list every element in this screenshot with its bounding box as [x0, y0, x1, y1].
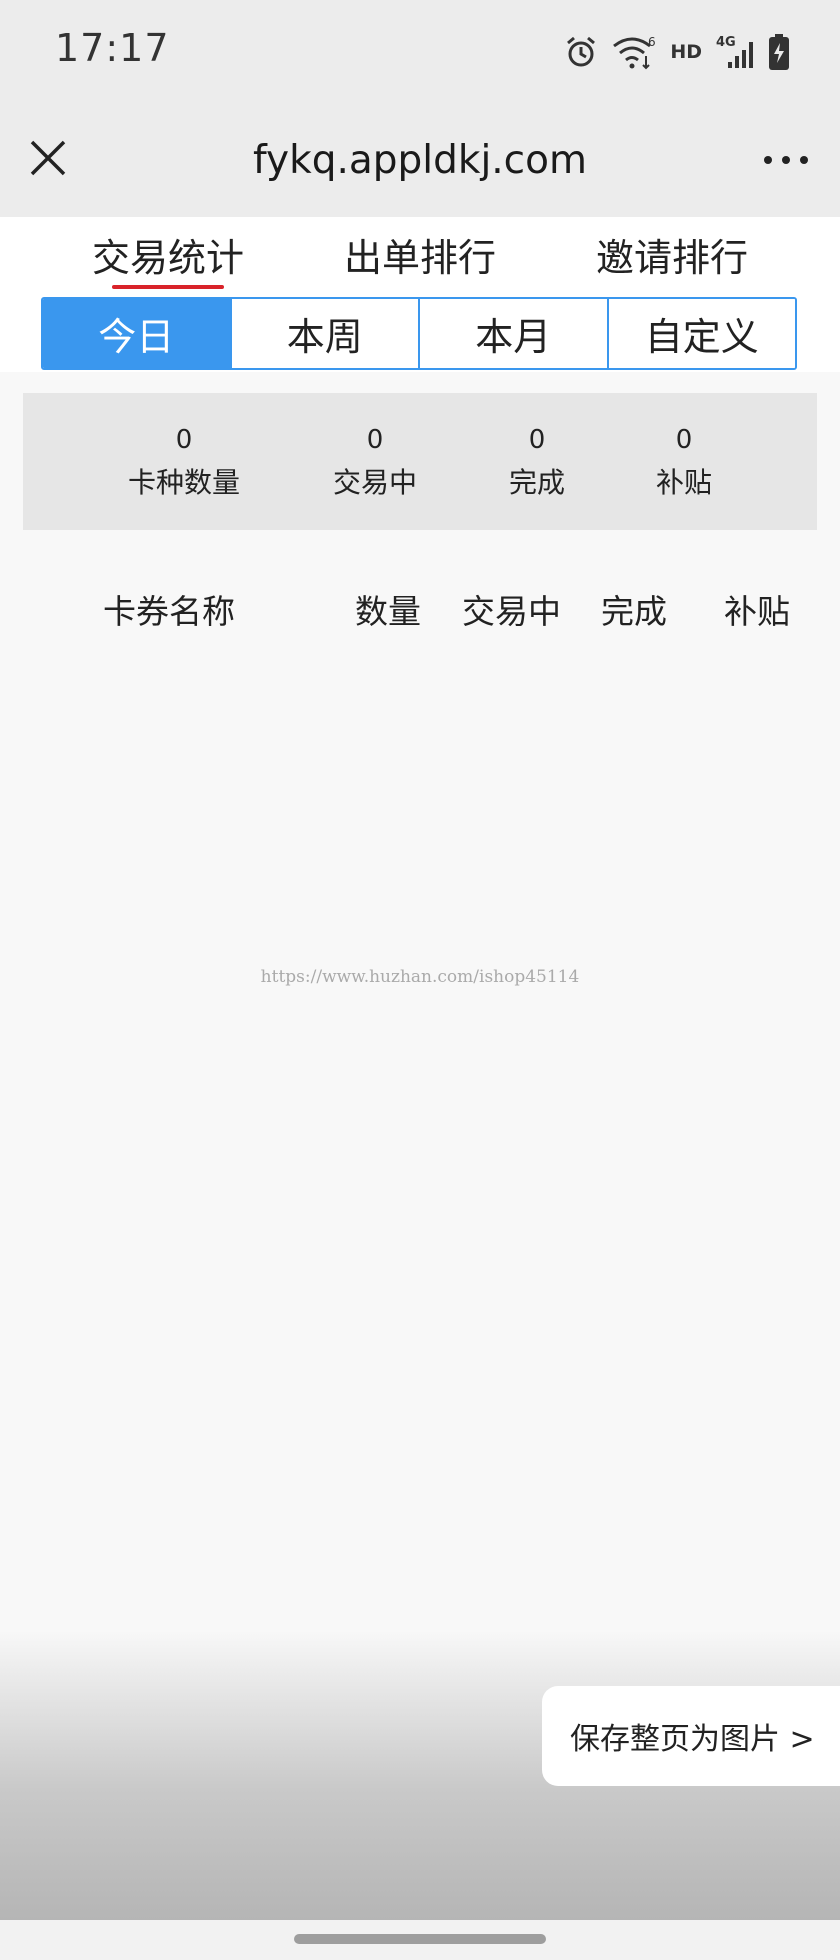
column-header-quantity: 数量	[355, 592, 421, 631]
stat-card-type-count: 0 卡种数量	[104, 423, 264, 503]
save-page-as-image-button[interactable]: 保存整页为图片 >	[542, 1686, 840, 1786]
active-tab-underline	[112, 285, 224, 289]
tab-transaction-stats[interactable]: 交易统计	[88, 227, 248, 287]
table-header: 卡券名称 数量 交易中 完成 补贴	[0, 585, 840, 635]
wifi-badge: 6	[648, 35, 656, 49]
stat-completed: 0 完成	[457, 423, 617, 503]
stat-value: 0	[175, 425, 193, 455]
summary-panel: 0 卡种数量 0 交易中 0 完成 0 补贴	[23, 393, 817, 530]
column-header-completed: 完成	[601, 592, 667, 631]
status-bar: 17:17 6 HD 4G	[0, 0, 840, 100]
status-time: 17:17	[55, 26, 170, 70]
stat-value: 0	[528, 425, 546, 455]
hd-label: HD	[670, 41, 702, 63]
column-header-subsidy: 补贴	[724, 592, 790, 631]
period-week-button[interactable]: 本周	[229, 299, 418, 368]
stat-value: 0	[675, 425, 693, 455]
alarm-icon	[567, 36, 596, 67]
status-icons: 6 HD 4G	[564, 30, 790, 74]
battery-charging-icon	[769, 34, 789, 70]
page-url-title: fykq.appldkj.com	[253, 138, 587, 183]
stat-label: 交易中	[332, 466, 417, 499]
stat-label: 完成	[508, 466, 565, 499]
period-today-button[interactable]: 今日	[43, 299, 230, 368]
period-custom-button[interactable]: 自定义	[606, 299, 795, 368]
stat-label: 补贴	[655, 466, 712, 499]
column-header-in-trade: 交易中	[462, 592, 561, 631]
network-label: 4G	[716, 35, 736, 50]
home-indicator[interactable]	[294, 1934, 546, 1944]
period-filter: 今日 本周 本月 自定义	[41, 297, 797, 370]
tab-order-ranking[interactable]: 出单排行	[340, 227, 500, 287]
signal-icon: 4G	[716, 35, 753, 68]
watermark: https://www.huzhan.com/ishop45114	[260, 967, 580, 987]
more-icon[interactable]	[762, 150, 810, 170]
period-month-button[interactable]: 本月	[418, 299, 607, 368]
nav-bar: fykq.appldkj.com	[0, 100, 840, 217]
stat-label: 卡种数量	[127, 466, 240, 499]
column-header-card-name: 卡券名称	[103, 592, 235, 631]
tab-invite-ranking[interactable]: 邀请排行	[592, 227, 752, 287]
stat-subsidy: 0 补贴	[604, 423, 764, 503]
stat-value: 0	[366, 425, 384, 455]
wifi-icon: 6	[613, 35, 656, 70]
stat-in-trade: 0 交易中	[295, 423, 455, 503]
stats-header: 交易统计 出单排行 邀请排行 今日 本周 本月 自定义	[0, 217, 840, 372]
